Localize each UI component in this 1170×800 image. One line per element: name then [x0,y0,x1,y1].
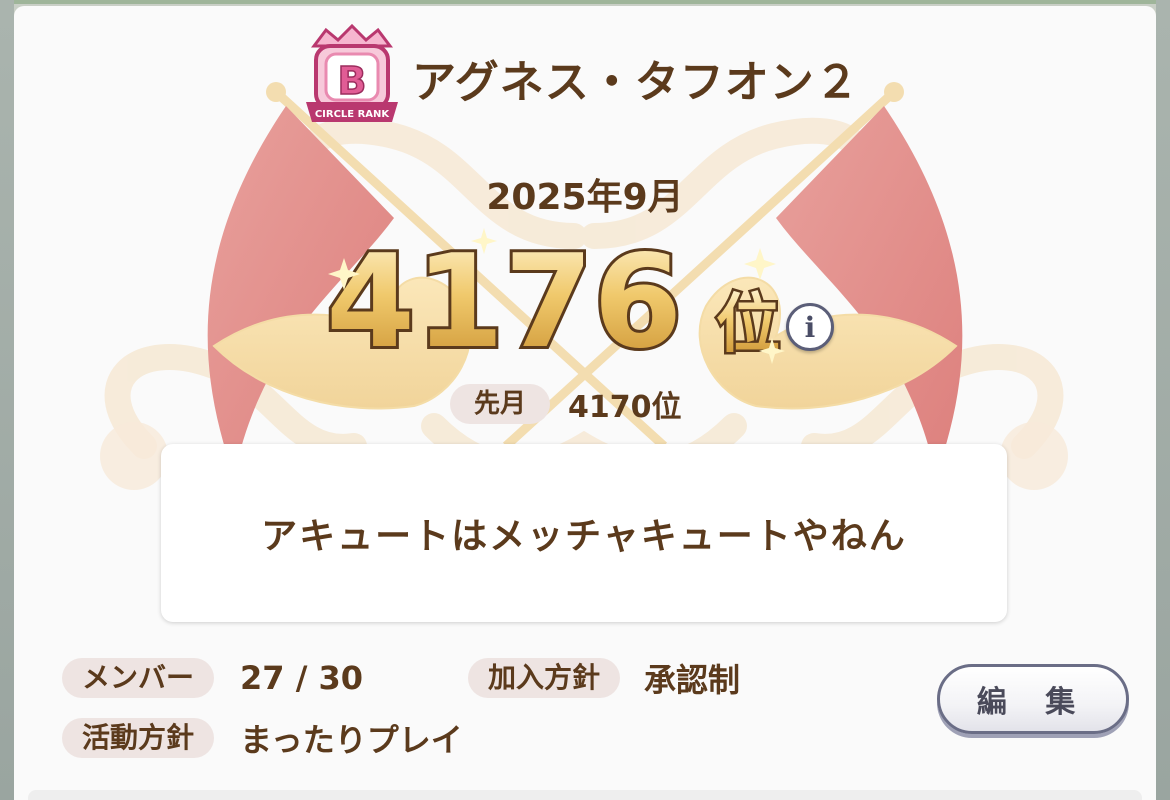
top-edge [0,0,1170,4]
next-section-edge [28,790,1142,800]
rank-letter: B [338,59,367,103]
member-value: 27 / 30 [240,659,364,697]
edit-button[interactable]: 編 集 [937,664,1129,734]
previous-month-label: 先月 [450,384,551,424]
join-policy-value: 承認制 [644,661,741,699]
circle-info-panel: B CIRCLE RANK アグネス・タフオン２ 2025年9月 4176 位 … [14,6,1156,800]
join-policy-row: 加入方針 承認制 [468,658,741,699]
previous-month-value: 4170位 [568,390,682,425]
activity-policy-value: まったりプレイ [240,721,463,759]
member-label: メンバー [62,658,215,698]
ranking-month: 2025年9月 [486,177,684,218]
circle-motto-text: アキュートはメッチャキュートやねん [261,516,907,557]
activity-policy-row: 活動方針 まったりプレイ [62,718,463,759]
info-icon[interactable]: i [786,303,834,351]
previous-month-rank: 先月 4170位 [450,384,682,425]
monthly-rank-display: 4176 位 [323,228,785,368]
activity-policy-label: 活動方針 [62,718,215,758]
circle-rank-badge-icon: B CIRCLE RANK [306,24,398,122]
member-count-row: メンバー 27 / 30 [62,658,363,698]
background-strip-left [0,0,14,800]
rank-caption: CIRCLE RANK [315,109,391,120]
join-policy-label: 加入方針 [468,658,621,698]
background-strip-right [1156,0,1170,800]
circle-name: アグネス・タフオン２ [412,57,860,108]
circle-motto-box: アキュートはメッチャキュートやねん [161,444,1007,622]
rank-number: 4176 [326,228,682,368]
